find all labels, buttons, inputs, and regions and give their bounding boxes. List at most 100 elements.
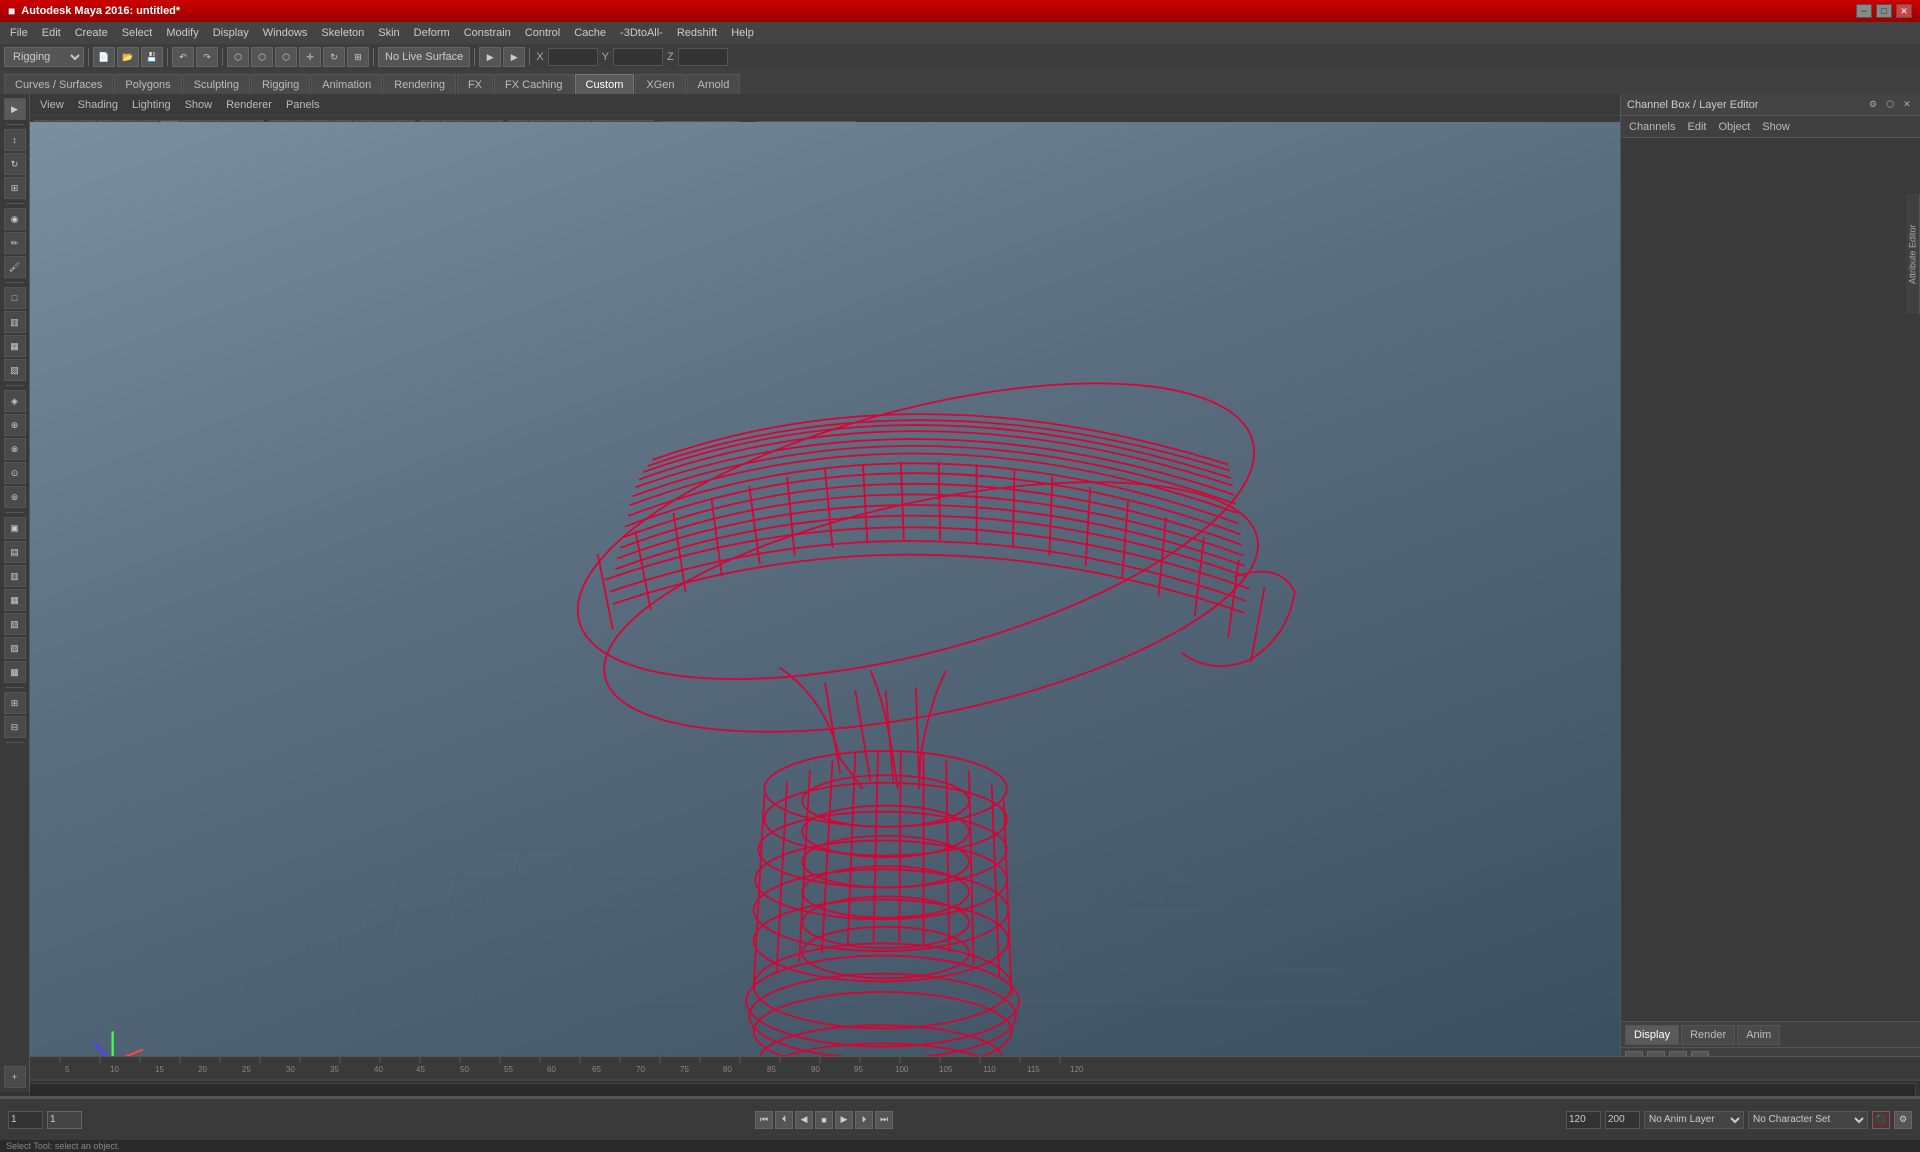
ch-menu-channels[interactable]: Channels — [1625, 119, 1679, 135]
mel-input[interactable] — [29, 1083, 1916, 1097]
display-btn[interactable]: □ — [4, 287, 26, 309]
menu-create[interactable]: Create — [69, 25, 114, 41]
ch-menu-show[interactable]: Show — [1758, 119, 1794, 135]
vm-lighting[interactable]: Lighting — [126, 97, 177, 113]
snap4-btn[interactable]: ⊙ — [4, 462, 26, 484]
menu-redshift[interactable]: Redshift — [671, 25, 723, 41]
scale-tool-btn[interactable]: ⊞ — [4, 177, 26, 199]
menu-3dtall[interactable]: -3DtoAll- — [614, 25, 669, 41]
snap5-btn[interactable]: ⊛ — [4, 486, 26, 508]
tab-sculpting[interactable]: Sculpting — [183, 74, 250, 94]
save-btn[interactable]: 💾 — [141, 47, 163, 67]
extra1-btn[interactable]: ⊞ — [4, 692, 26, 714]
redo-btn[interactable]: ↷ — [196, 47, 218, 67]
channel-box-settings-icon[interactable]: ⚙ — [1866, 98, 1880, 112]
snap3-btn[interactable]: ⊗ — [4, 438, 26, 460]
character-set-dropdown[interactable]: No Character Set — [1748, 1111, 1868, 1129]
rotate-tool-btn[interactable]: ↻ — [4, 153, 26, 175]
paint-skin-btn[interactable]: 🖌 — [4, 256, 26, 278]
tab-rigging[interactable]: Rigging — [251, 74, 310, 94]
snap2-btn[interactable]: ⊕ — [4, 414, 26, 436]
menu-control[interactable]: Control — [519, 25, 566, 41]
menu-modify[interactable]: Modify — [160, 25, 204, 41]
extra2-btn[interactable]: ⊟ — [4, 716, 26, 738]
close-button[interactable]: ✕ — [1896, 4, 1912, 18]
current-frame-input[interactable] — [47, 1111, 82, 1129]
channel-box-expand-icon[interactable]: ⬡ — [1883, 98, 1897, 112]
skip-to-start-btn[interactable]: ⏮ — [755, 1111, 773, 1129]
misc4-btn[interactable]: ▦ — [4, 589, 26, 611]
new-scene-btn[interactable]: 📄 — [93, 47, 115, 67]
scale-btn[interactable]: ⊞ — [347, 47, 369, 67]
tab-xgen[interactable]: XGen — [635, 74, 685, 94]
no-live-surface-btn[interactable]: No Live Surface — [378, 47, 470, 67]
display3-btn[interactable]: ▦ — [4, 335, 26, 357]
step-back-btn[interactable]: ⏴ — [775, 1111, 793, 1129]
frame-start-input[interactable] — [8, 1111, 43, 1129]
mode-dropdown[interactable]: Rigging — [4, 47, 84, 67]
menu-cache[interactable]: Cache — [568, 25, 612, 41]
ch-menu-edit[interactable]: Edit — [1683, 119, 1710, 135]
attribute-editor-side-label[interactable]: Attribute Editor — [1906, 194, 1920, 314]
play-forward-btn[interactable]: ▶ — [835, 1111, 853, 1129]
display2-btn[interactable]: ▥ — [4, 311, 26, 333]
autokey-btn[interactable]: ⚫ — [1872, 1111, 1890, 1129]
tab-arnold[interactable]: Arnold — [687, 74, 741, 94]
select-btn[interactable]: ⬡ — [227, 47, 249, 67]
frame-end-input[interactable] — [1566, 1111, 1601, 1129]
layer-tab-display[interactable]: Display — [1625, 1025, 1679, 1045]
menu-help[interactable]: Help — [725, 25, 760, 41]
ch-menu-object[interactable]: Object — [1714, 119, 1754, 135]
menu-skin[interactable]: Skin — [372, 25, 405, 41]
misc1-btn[interactable]: ▣ — [4, 517, 26, 539]
misc7-btn[interactable]: ▩ — [4, 661, 26, 683]
tab-custom[interactable]: Custom — [575, 74, 635, 94]
tab-curves-surfaces[interactable]: Curves / Surfaces — [4, 74, 113, 94]
tab-rendering[interactable]: Rendering — [383, 74, 456, 94]
vm-shading[interactable]: Shading — [72, 97, 124, 113]
soft-mod-btn[interactable]: ◉ — [4, 208, 26, 230]
maximize-button[interactable]: □ — [1876, 4, 1892, 18]
tab-polygons[interactable]: Polygons — [114, 74, 181, 94]
misc5-btn[interactable]: ▧ — [4, 613, 26, 635]
layer-tab-anim[interactable]: Anim — [1737, 1025, 1780, 1045]
menu-constrain[interactable]: Constrain — [458, 25, 517, 41]
display4-btn[interactable]: ▧ — [4, 359, 26, 381]
menu-deform[interactable]: Deform — [408, 25, 456, 41]
play-end-input[interactable] — [1605, 1111, 1640, 1129]
menu-file[interactable]: File — [4, 25, 34, 41]
layer-tab-render[interactable]: Render — [1681, 1025, 1735, 1045]
open-btn[interactable]: 📂 — [117, 47, 139, 67]
play-back-btn[interactable]: ◀ — [795, 1111, 813, 1129]
lasso-btn[interactable]: ⬡ — [251, 47, 273, 67]
menu-select[interactable]: Select — [116, 25, 159, 41]
misc6-btn[interactable]: ▨ — [4, 637, 26, 659]
paint-btn[interactable]: ⬡ — [275, 47, 297, 67]
z-input[interactable] — [678, 48, 728, 66]
render-btn[interactable]: ▶ — [479, 47, 501, 67]
undo-btn[interactable]: ↶ — [172, 47, 194, 67]
skip-to-end-btn[interactable]: ⏭ — [875, 1111, 893, 1129]
move-tool-btn[interactable]: ↕ — [4, 129, 26, 151]
settings-btn[interactable]: ⚙ — [1894, 1111, 1912, 1129]
stop-btn[interactable]: ■ — [815, 1111, 833, 1129]
3d-viewport[interactable]: ⊕ persp — [30, 122, 1620, 1092]
menu-edit[interactable]: Edit — [36, 25, 67, 41]
y-input[interactable] — [613, 48, 663, 66]
bottom-btn[interactable]: + — [4, 1066, 26, 1088]
step-forward-btn[interactable]: ⏵ — [855, 1111, 873, 1129]
ipr-btn[interactable]: ▶ — [503, 47, 525, 67]
channel-box-close-icon[interactable]: ✕ — [1900, 98, 1914, 112]
timeline-ruler[interactable]: 1 5 10 15 20 25 30 35 40 45 50 55 60 65 … — [0, 1056, 1920, 1080]
vm-view[interactable]: View — [34, 97, 70, 113]
misc2-btn[interactable]: ▤ — [4, 541, 26, 563]
misc3-btn[interactable]: ▥ — [4, 565, 26, 587]
x-input[interactable] — [548, 48, 598, 66]
rotate-btn[interactable]: ↻ — [323, 47, 345, 67]
snap1-btn[interactable]: ◈ — [4, 390, 26, 412]
select-tool-btn[interactable]: ▶ — [4, 98, 26, 120]
vm-show[interactable]: Show — [179, 97, 219, 113]
move-btn[interactable]: ✛ — [299, 47, 321, 67]
minimize-button[interactable]: − — [1856, 4, 1872, 18]
vm-panels[interactable]: Panels — [280, 97, 326, 113]
